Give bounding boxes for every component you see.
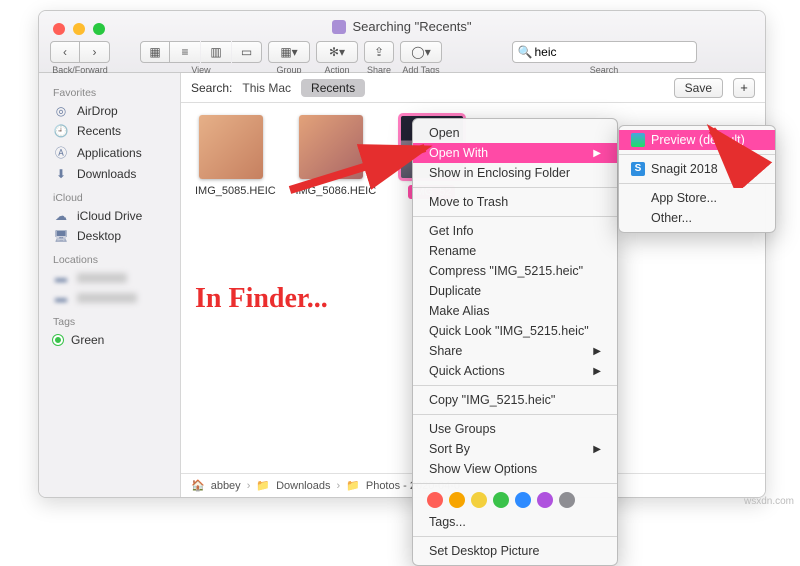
search-icon: 🔍 <box>518 45 533 59</box>
chevron-right-icon: ▶ <box>593 444 601 455</box>
path-segment[interactable]: abbey <box>211 480 241 492</box>
file-item[interactable]: IMG_5085.HEIC <box>195 115 267 197</box>
clock-icon: 🕘 <box>53 124 69 138</box>
window-title: Searching "Recents" <box>39 19 765 34</box>
tag-color-red[interactable] <box>427 492 443 508</box>
location-icon: ▬ <box>53 291 69 305</box>
menu-separator <box>413 414 617 415</box>
tag-color-green[interactable] <box>493 492 509 508</box>
menu-get-info[interactable]: Get Info <box>413 221 617 241</box>
action-button[interactable]: ✻▾ <box>316 41 358 63</box>
sidebar-item-recents[interactable]: 🕘Recents <box>39 121 180 141</box>
file-name: IMG_5085.HEIC <box>195 185 267 197</box>
home-icon: 🏠 <box>191 479 205 492</box>
cloud-icon: ☁ <box>53 209 69 223</box>
chevron-right-icon: ▶ <box>593 366 601 377</box>
menu-separator <box>413 385 617 386</box>
sidebar-item-location-2[interactable]: ▬ <box>39 288 180 308</box>
sidebar-item-downloads[interactable]: ⬇Downloads <box>39 164 180 184</box>
file-thumbnail <box>199 115 263 179</box>
view-columns-button[interactable]: ▥ <box>201 41 231 63</box>
folder-icon: 📁 <box>346 479 360 492</box>
folder-icon: 📁 <box>256 479 270 492</box>
menu-share[interactable]: Share▶ <box>413 341 617 361</box>
download-icon: ⬇ <box>53 167 69 181</box>
path-segment[interactable]: Downloads <box>276 480 330 492</box>
title-text: Searching "Recents" <box>352 19 471 34</box>
sidebar-item-icloud[interactable]: ☁iCloud Drive <box>39 206 180 226</box>
submenu-app-store[interactable]: App Store... <box>619 188 775 208</box>
search-scope-label: Search: <box>191 81 232 95</box>
smart-folder-icon <box>332 20 346 34</box>
menu-copy[interactable]: Copy "IMG_5215.heic" <box>413 390 617 410</box>
airdrop-icon: ◎ <box>53 104 69 118</box>
view-list-button[interactable]: ≡ <box>170 41 200 63</box>
sidebar-item-applications[interactable]: ⒶApplications <box>39 141 180 164</box>
group-button[interactable]: ▦▾ <box>268 41 310 63</box>
menu-tags[interactable]: Tags... <box>413 512 617 532</box>
sidebar-section-locations: Locations <box>39 246 180 268</box>
scope-this-mac[interactable]: This Mac <box>242 81 291 95</box>
tag-color-gray[interactable] <box>559 492 575 508</box>
menu-quick-look[interactable]: Quick Look "IMG_5215.heic" <box>413 321 617 341</box>
add-tags-button[interactable]: ◯▾ <box>400 41 442 63</box>
sidebar-section-tags: Tags <box>39 308 180 330</box>
menu-use-groups[interactable]: Use Groups <box>413 419 617 439</box>
chevron-right-icon: › <box>336 480 340 492</box>
menu-separator <box>413 536 617 537</box>
view-gallery-button[interactable]: ▭ <box>232 41 262 63</box>
preview-app-icon <box>631 133 645 147</box>
sidebar-section-favorites: Favorites <box>39 79 180 101</box>
sidebar-item-airdrop[interactable]: ◎AirDrop <box>39 101 180 121</box>
sidebar: Favorites ◎AirDrop 🕘Recents ⒶApplication… <box>39 73 181 497</box>
scope-recents[interactable]: Recents <box>301 79 365 97</box>
sidebar-section-icloud: iCloud <box>39 184 180 206</box>
annotation-arrow-1 <box>285 140 445 200</box>
menu-view-options[interactable]: Show View Options <box>413 459 617 479</box>
tag-color-purple[interactable] <box>537 492 553 508</box>
search-input[interactable] <box>512 41 697 63</box>
add-criteria-button[interactable]: + <box>733 78 755 98</box>
tag-color-orange[interactable] <box>449 492 465 508</box>
titlebar: Searching "Recents" ‹ › Back/Forward ▦ ≡… <box>39 11 765 73</box>
back-forward-label: Back/Forward <box>52 65 108 75</box>
menu-separator <box>413 216 617 217</box>
save-search-button[interactable]: Save <box>674 78 723 98</box>
menu-separator <box>413 483 617 484</box>
apps-icon: Ⓐ <box>53 144 69 161</box>
sidebar-item-desktop[interactable]: 🖥Desktop <box>39 226 180 246</box>
menu-compress[interactable]: Compress "IMG_5215.heic" <box>413 261 617 281</box>
share-button[interactable]: ⇪ <box>364 41 394 63</box>
view-icons-button[interactable]: ▦ <box>140 41 170 63</box>
tag-color-blue[interactable] <box>515 492 531 508</box>
annotation-text: In Finder... <box>195 283 328 315</box>
toolbar: ‹ › Back/Forward ▦ ≡ ▥ ▭ View ▦▾ Group <box>49 41 755 73</box>
location-icon: ▬ <box>53 271 69 285</box>
menu-quick-actions[interactable]: Quick Actions▶ <box>413 361 617 381</box>
menu-duplicate[interactable]: Duplicate <box>413 281 617 301</box>
tag-green-icon <box>53 335 63 345</box>
back-button[interactable]: ‹ <box>50 41 80 63</box>
search-scope-bar: Search: This Mac Recents Save + <box>181 73 765 103</box>
menu-tag-colors <box>413 488 617 512</box>
forward-button[interactable]: › <box>80 41 110 63</box>
annotation-arrow-2 <box>694 118 774 188</box>
finder-window: Searching "Recents" ‹ › Back/Forward ▦ ≡… <box>38 10 766 498</box>
chevron-right-icon: ▶ <box>593 346 601 357</box>
menu-sort-by[interactable]: Sort By▶ <box>413 439 617 459</box>
chevron-right-icon: ▶ <box>593 148 601 159</box>
menu-make-alias[interactable]: Make Alias <box>413 301 617 321</box>
desktop-icon: 🖥 <box>53 229 69 243</box>
submenu-other[interactable]: Other... <box>619 208 775 228</box>
sidebar-item-location-1[interactable]: ▬ <box>39 268 180 288</box>
menu-rename[interactable]: Rename <box>413 241 617 261</box>
sidebar-item-tag-green[interactable]: Green <box>39 330 180 350</box>
chevron-right-icon: › <box>247 480 251 492</box>
menu-set-desktop[interactable]: Set Desktop Picture <box>413 541 617 561</box>
watermark: wsxdn.com <box>744 496 794 507</box>
snagit-app-icon: S <box>631 162 645 176</box>
tag-color-yellow[interactable] <box>471 492 487 508</box>
